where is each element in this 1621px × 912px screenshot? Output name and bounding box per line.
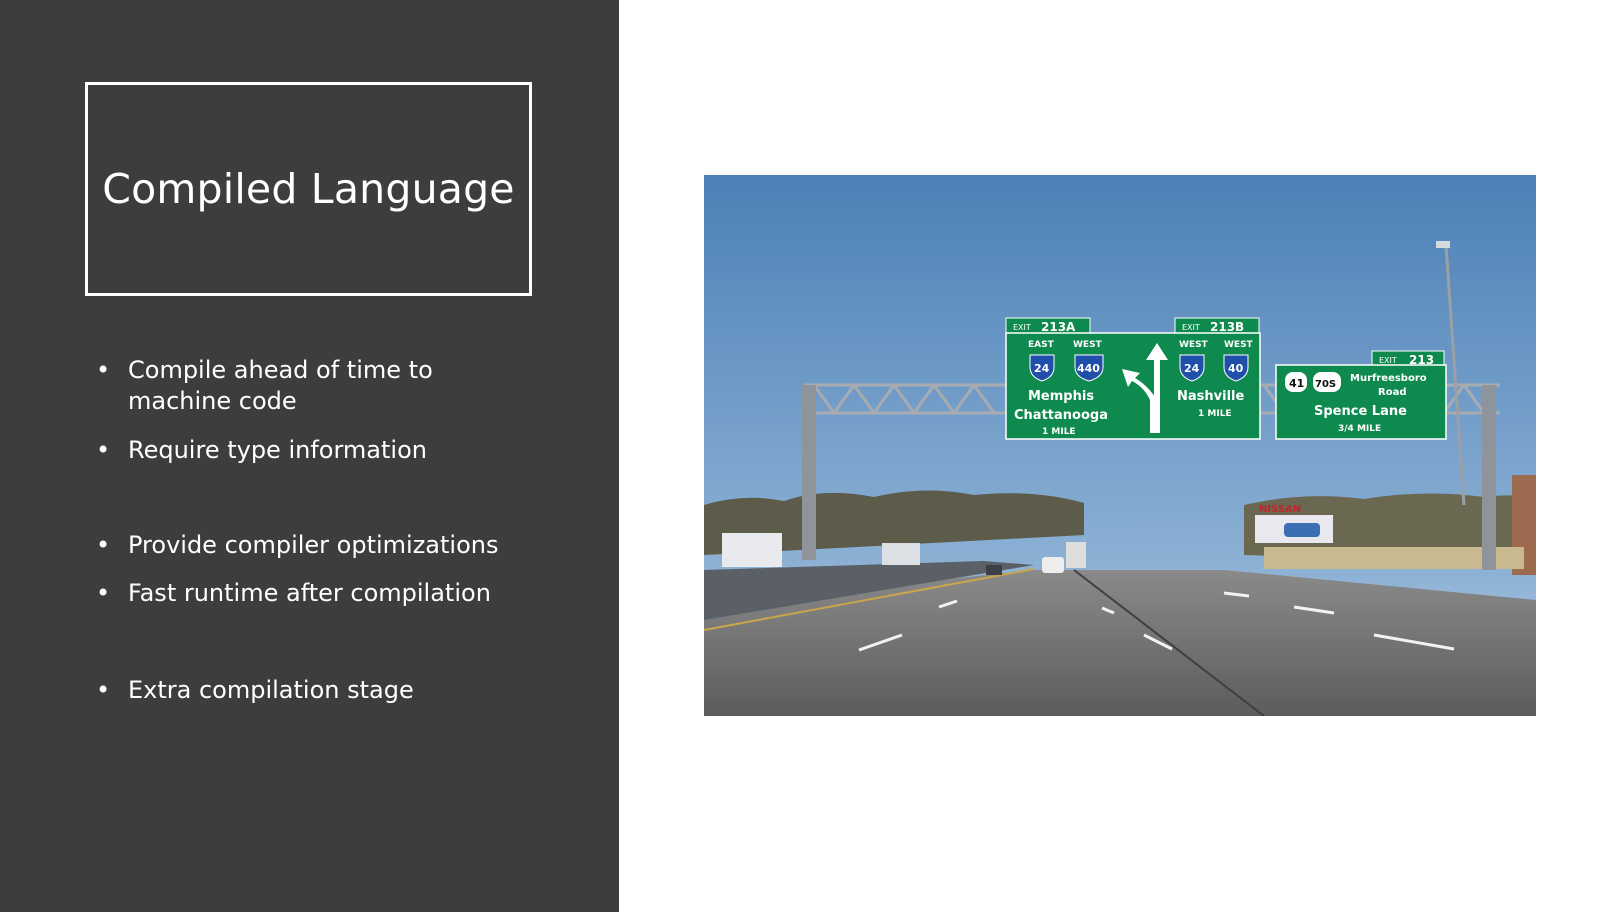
svg-text:24: 24 [1184, 362, 1200, 375]
svg-text:Murfreesboro: Murfreesboro [1350, 373, 1427, 384]
bullet-item: Require type information [96, 435, 427, 466]
svg-text:Road: Road [1378, 387, 1406, 398]
billboard-text: NISSAN [1259, 504, 1301, 515]
title-box: Compiled Language [85, 82, 532, 296]
svg-text:Nashville: Nashville [1177, 389, 1244, 404]
svg-text:70S: 70S [1315, 379, 1336, 390]
svg-text:24: 24 [1034, 362, 1050, 375]
truck [722, 533, 782, 567]
bullet-item: Compile ahead of time to machine code [96, 355, 516, 417]
svg-text:Memphis: Memphis [1028, 389, 1094, 404]
svg-text:3/4 MILE: 3/4 MILE [1338, 424, 1381, 434]
svg-text:EXIT: EXIT [1182, 323, 1200, 332]
svg-text:1 MILE: 1 MILE [1042, 427, 1076, 437]
svg-text:Spence Lane: Spence Lane [1314, 404, 1407, 419]
svg-text:EAST: EAST [1028, 340, 1055, 350]
exit-213a-sign: EXIT 213A EXIT 213B EAST WEST WEST WEST … [1005, 317, 1261, 440]
svg-text:WEST: WEST [1073, 340, 1103, 350]
svg-text:WEST: WEST [1179, 340, 1209, 350]
svg-text:WEST: WEST [1224, 340, 1254, 350]
slide-title: Compiled Language [102, 165, 515, 213]
svg-text:1 MILE: 1 MILE [1198, 409, 1232, 419]
bullet-item: Provide compiler optimizations [96, 530, 499, 561]
bullet-item: Extra compilation stage [96, 675, 414, 706]
svg-text:213B: 213B [1210, 320, 1244, 334]
svg-text:440: 440 [1077, 362, 1100, 375]
svg-text:Chattanooga: Chattanooga [1014, 408, 1108, 423]
svg-text:213A: 213A [1041, 320, 1076, 334]
left-panel: Compiled Language Compile ahead of time … [0, 0, 619, 912]
svg-text:EXIT: EXIT [1013, 323, 1031, 332]
gantry-post-left [802, 385, 816, 560]
gantry-post-right [1482, 385, 1496, 570]
highway-photo: NISSAN EXIT 213A EXIT 213B EAST WEST WES… [704, 175, 1536, 716]
bullet-item: Fast runtime after compilation [96, 578, 491, 609]
svg-text:41: 41 [1289, 377, 1304, 390]
svg-text:40: 40 [1228, 362, 1244, 375]
svg-text:EXIT: EXIT [1379, 356, 1397, 365]
